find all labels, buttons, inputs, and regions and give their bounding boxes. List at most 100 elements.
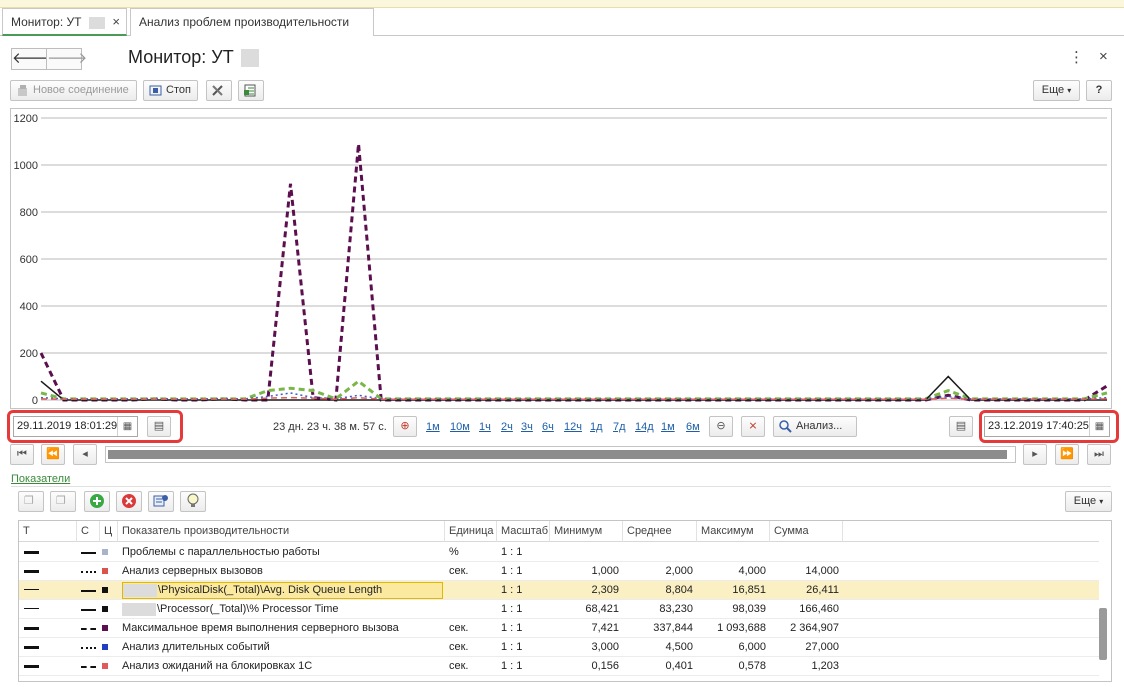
scale-link-1м[interactable]: 1м (426, 421, 440, 433)
scale-link-6ч[interactable]: 6ч (542, 421, 554, 433)
scroll-last-button[interactable]: ⏭ (1087, 444, 1111, 465)
zoom-in-button[interactable]: ⊕ (393, 416, 417, 437)
more-label: Еще (1073, 495, 1097, 507)
scale-link-1м[interactable]: 1м (661, 421, 675, 433)
scrollbar-thumb[interactable] (108, 450, 1007, 459)
settings-button[interactable] (206, 80, 232, 101)
scroll-back-button[interactable]: ◂ (73, 444, 97, 465)
table-row[interactable]: \PhysicalDisk(_Total)\Avg. Disk Queue Le… (19, 581, 1099, 600)
indicator-name: Анализ ожиданий на блокировках 1С (122, 657, 443, 676)
scroll-forward-button[interactable]: ▸ (1023, 444, 1047, 465)
column-header[interactable]: Ц (100, 521, 118, 542)
copy-icon: ❐ (24, 495, 34, 507)
indicator-name: \Processor(_Total)\% Processor Time (122, 600, 443, 619)
hint-button[interactable] (180, 491, 206, 512)
indicator-name: Максимальное время выполнения серверного… (122, 619, 443, 638)
delete-indicator-button[interactable] (116, 491, 142, 512)
table-scrollbar[interactable] (1099, 545, 1108, 679)
line-thickness-icon (24, 657, 40, 676)
zoom-in-icon: ⊕ (400, 420, 410, 432)
column-header[interactable]: Масштаб (497, 521, 550, 542)
indicator-avg: 4,500 (665, 641, 693, 653)
column-header[interactable]: Сумма (770, 521, 843, 542)
analyze-button[interactable]: Анализ... (773, 416, 857, 437)
line-style-icon (81, 581, 99, 600)
more-options-icon[interactable]: ⋮ (1069, 48, 1084, 66)
copy-indicator-button[interactable]: ❐ (18, 491, 44, 512)
line-thickness-icon (24, 543, 40, 562)
paste-indicator-button[interactable]: ❐ (50, 491, 76, 512)
line-thickness-icon (24, 600, 40, 619)
new-connection-button[interactable]: Новое соединение (10, 80, 137, 101)
scale-link-6м[interactable]: 6м (686, 421, 700, 433)
period-end-select-button[interactable]: ▤ (949, 416, 973, 437)
tab-label: Анализ проблем производительности (139, 15, 350, 29)
indicator-name-text: Анализ серверных вызовов (122, 565, 263, 577)
table-row[interactable]: Анализ серверных вызовов сек. 1 : 1 1,000 2,… (19, 562, 1099, 581)
back-button[interactable]: 🡐 (11, 48, 52, 70)
scroll-page-back-button[interactable]: ⏪ (41, 444, 65, 465)
close-window-icon[interactable]: × (1099, 48, 1108, 65)
reset-scale-button[interactable]: ⨯ (741, 416, 765, 437)
y-tick-label: 200 (20, 348, 38, 360)
zoom-out-button[interactable]: ⊖ (709, 416, 733, 437)
redacted-text (122, 602, 156, 616)
column-header[interactable]: Т (19, 521, 77, 542)
table-row[interactable]: Проблемы с параллельностью работы% 1 : 1 (19, 543, 1099, 562)
skip-end-icon: ⏭ (1094, 448, 1104, 460)
scale-link-10м[interactable]: 10м (450, 421, 470, 433)
export-icon (244, 84, 256, 97)
indicator-scale: 1 : 1 (501, 622, 523, 634)
help-button[interactable]: ? (1086, 80, 1112, 101)
add-indicator-button[interactable] (84, 491, 110, 512)
indicator-scale: 1 : 1 (501, 565, 523, 577)
tab-monitor[interactable]: Монитор: УТ × (2, 8, 127, 36)
scale-link-7д[interactable]: 7д (613, 421, 626, 433)
indicators-section-link[interactable]: Показатели (11, 473, 70, 485)
table-row[interactable]: Максимальное время выполнения серверного… (19, 619, 1099, 638)
add-icon (90, 494, 104, 509)
scale-link-1ч[interactable]: 1ч (479, 421, 491, 433)
indicator-name-text: Анализ ожиданий на блокировках 1С (122, 660, 313, 672)
scale-link-14д[interactable]: 14д (635, 421, 654, 433)
scroll-first-button[interactable]: ⏮ (10, 444, 34, 465)
redacted-text (240, 49, 259, 68)
column-header[interactable]: Минимум (550, 521, 623, 542)
column-header[interactable]: С (77, 521, 100, 542)
line-style-icon (81, 638, 99, 657)
scale-link-3ч[interactable]: 3ч (521, 421, 533, 433)
y-tick-label: 1200 (14, 113, 38, 125)
column-header[interactable]: Среднее (623, 521, 697, 542)
table-row[interactable]: Анализ ожиданий на блокировках 1С сек. 1 :… (19, 657, 1099, 676)
lightbulb-icon (187, 493, 199, 508)
indicator-min: 7,421 (591, 622, 619, 634)
indicators-more-button[interactable]: Еще ▾ (1065, 491, 1112, 512)
column-header[interactable]: Максимум (697, 521, 770, 542)
column-header[interactable]: Показатель производительности (118, 521, 445, 542)
performance-chart[interactable]: 1200 1000 800 600 400 200 0 (10, 108, 1112, 409)
list-settings-icon (153, 495, 168, 507)
table-row[interactable]: \Processor(_Total)\% Processor Time 1 : 1… (19, 600, 1099, 619)
new-connection-icon (18, 84, 27, 96)
top-notification-bar (0, 0, 1124, 8)
scale-link-2ч[interactable]: 2ч (501, 421, 513, 433)
step-back-icon: ◂ (82, 448, 88, 460)
scrollbar-thumb[interactable] (1099, 608, 1107, 660)
y-tick-label: 600 (20, 254, 38, 266)
more-button[interactable]: Еще ▾ (1033, 80, 1080, 101)
indicator-settings-button[interactable] (148, 491, 174, 512)
scroll-page-forward-button[interactable]: ⏩ (1055, 444, 1079, 465)
scale-link-1д[interactable]: 1д (590, 421, 603, 433)
series-color-swatch (102, 619, 114, 638)
indicator-unit: сек. (449, 622, 469, 634)
timeline-scrollbar[interactable] (105, 446, 1016, 463)
close-tab-icon[interactable]: × (112, 14, 120, 29)
forward-button[interactable]: 🡒 (46, 48, 87, 70)
scale-link-12ч[interactable]: 12ч (564, 421, 582, 433)
tab-performance-analysis[interactable]: Анализ проблем производительности (130, 8, 374, 36)
table-row[interactable]: Анализ длительных событий сек. 1 : 1 3,000 4… (19, 638, 1099, 657)
column-header[interactable]: Единица (445, 521, 497, 542)
series-color-swatch (102, 638, 114, 657)
export-button[interactable] (238, 80, 264, 101)
stop-button[interactable]: Стоп (143, 80, 198, 101)
